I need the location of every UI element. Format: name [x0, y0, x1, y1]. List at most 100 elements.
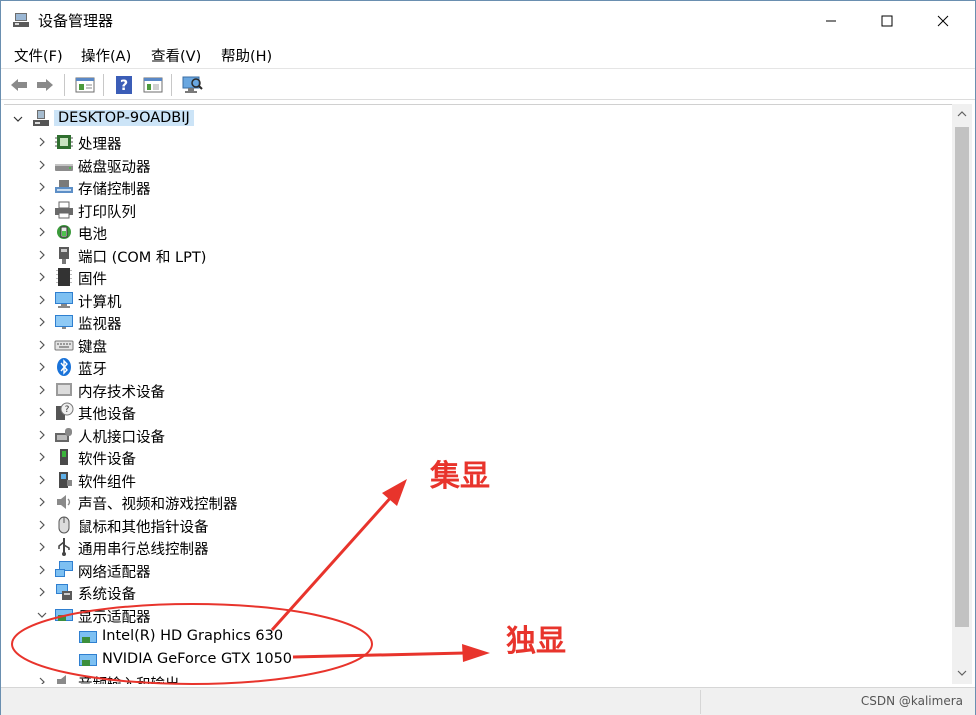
chevron-right-icon[interactable] [37, 587, 47, 597]
tree-item-label: NVIDIA GeForce GTX 1050 [102, 651, 293, 667]
forward-icon[interactable] [33, 73, 57, 97]
toolbar: ? [1, 68, 975, 100]
tree-item-label: 处理器 [78, 137, 122, 153]
sound-icon [57, 495, 71, 509]
tree-item-label: 声音、视频和游戏控制器 [78, 497, 238, 513]
status-bar: CSDN @kalimera [1, 687, 975, 715]
scrollbar-thumb[interactable] [955, 127, 969, 627]
audio-io-icon [57, 675, 66, 684]
chevron-right-icon[interactable] [37, 340, 47, 350]
network-icon [55, 561, 73, 577]
toolbar-separator [171, 74, 172, 96]
mouse-icon [58, 516, 70, 534]
menu-file[interactable]: 文件(F) [14, 45, 63, 66]
tree-item-label: 电池 [78, 227, 107, 243]
view-icon[interactable] [141, 73, 165, 97]
vertical-scrollbar[interactable] [952, 104, 972, 684]
maximize-button[interactable] [859, 1, 915, 40]
storage-icon [55, 180, 73, 193]
tree-item-label: 内存技术设备 [78, 385, 165, 401]
chevron-down-icon[interactable] [37, 610, 47, 620]
system-device-icon [56, 584, 72, 600]
bluetooth-icon [57, 358, 71, 376]
chevron-right-icon[interactable] [37, 565, 47, 575]
annotation-integrated: 集显 [430, 459, 490, 494]
device-manager-window: 设备管理器 文件(F) 操作(A) 查看(V) 帮助(H) ? DESKTOP-… [0, 0, 976, 715]
chevron-right-icon[interactable] [37, 542, 47, 552]
chevron-right-icon[interactable] [37, 137, 47, 147]
chevron-right-icon[interactable] [37, 430, 47, 440]
toolbar-separator [103, 74, 104, 96]
gpu-icon [79, 654, 97, 666]
annotation-discrete: 独显 [506, 624, 566, 659]
chevron-right-icon[interactable] [37, 160, 47, 170]
chevron-right-icon[interactable] [37, 475, 47, 485]
usb-icon [58, 538, 70, 556]
tree-item-label: 人机接口设备 [78, 430, 165, 446]
menu-action[interactable]: 操作(A) [81, 45, 131, 66]
hid-icon [55, 428, 72, 442]
tree-item-label: 网络适配器 [78, 565, 151, 581]
svg-text:?: ? [120, 78, 128, 94]
help-icon[interactable]: ? [112, 73, 136, 97]
chevron-right-icon[interactable] [37, 182, 47, 192]
tree-item-label: 打印队列 [78, 205, 136, 221]
chevron-right-icon[interactable] [37, 227, 47, 237]
keyboard-icon [54, 340, 74, 351]
chevron-right-icon[interactable] [37, 520, 47, 530]
close-button[interactable] [915, 1, 971, 40]
tree-item-label: Intel(R) HD Graphics 630 [102, 628, 284, 644]
tree-item-label: 软件设备 [78, 452, 136, 468]
chevron-right-icon[interactable] [37, 407, 47, 417]
memory-icon [56, 383, 72, 396]
device-tree[interactable]: DESKTOP-9OADBIJ 处理器 磁盘驱动器 存储控制器 打印队列 电池 端口 (C… [4, 104, 952, 684]
scroll-down-icon[interactable] [957, 669, 967, 677]
toolbar-separator [64, 74, 65, 96]
tree-item-label: 系统设备 [78, 587, 136, 603]
monitor-icon [55, 315, 73, 329]
watermark: CSDN @kalimera [860, 694, 963, 708]
back-icon[interactable] [7, 73, 31, 97]
chevron-right-icon[interactable] [37, 497, 47, 507]
gpu-icon [79, 631, 97, 643]
tree-item-label: 鼠标和其他指针设备 [78, 520, 209, 536]
properties-icon[interactable] [73, 73, 97, 97]
chevron-right-icon[interactable] [37, 452, 47, 462]
tree-item-label: 通用串行总线控制器 [78, 542, 209, 558]
other-device-icon: ? [56, 402, 74, 420]
menu-view[interactable]: 查看(V) [151, 45, 201, 66]
firmware-icon [56, 268, 72, 286]
tree-item-label: 计算机 [78, 295, 122, 311]
disk-icon [55, 164, 73, 171]
chevron-right-icon[interactable] [37, 385, 47, 395]
minimize-button[interactable] [803, 1, 859, 40]
printer-icon [55, 201, 73, 219]
port-icon [59, 247, 69, 264]
chevron-right-icon[interactable] [37, 272, 47, 282]
chevron-right-icon[interactable] [37, 295, 47, 305]
tree-item-label: 音频输入和输出 [78, 673, 180, 684]
computer-root-icon [33, 110, 49, 126]
title-bar[interactable]: 设备管理器 [1, 1, 975, 40]
chevron-right-icon[interactable] [37, 317, 47, 327]
scan-icon[interactable] [180, 73, 204, 97]
tree-item-label: 存储控制器 [78, 182, 151, 198]
chevron-right-icon[interactable] [37, 677, 47, 684]
chevron-right-icon[interactable] [37, 205, 47, 215]
display-adapter-icon [55, 609, 73, 621]
tree-item-label: 键盘 [78, 340, 107, 356]
tree-item-label: 其他设备 [78, 407, 136, 423]
computer-icon [55, 292, 73, 308]
chevron-down-icon[interactable] [13, 114, 23, 124]
scroll-up-icon[interactable] [957, 110, 967, 118]
menu-bar: 文件(F) 操作(A) 查看(V) 帮助(H) [1, 40, 975, 68]
svg-text:?: ? [65, 405, 70, 415]
chevron-right-icon[interactable] [37, 362, 47, 372]
processor-icon [55, 135, 73, 149]
chevron-right-icon[interactable] [37, 250, 47, 260]
device-manager-app-icon [12, 11, 30, 29]
tree-item-label: 显示适配器 [78, 610, 151, 626]
tree-item-label: 软件组件 [78, 475, 136, 491]
tree-item-label: 监视器 [78, 317, 122, 333]
menu-help[interactable]: 帮助(H) [221, 45, 272, 66]
